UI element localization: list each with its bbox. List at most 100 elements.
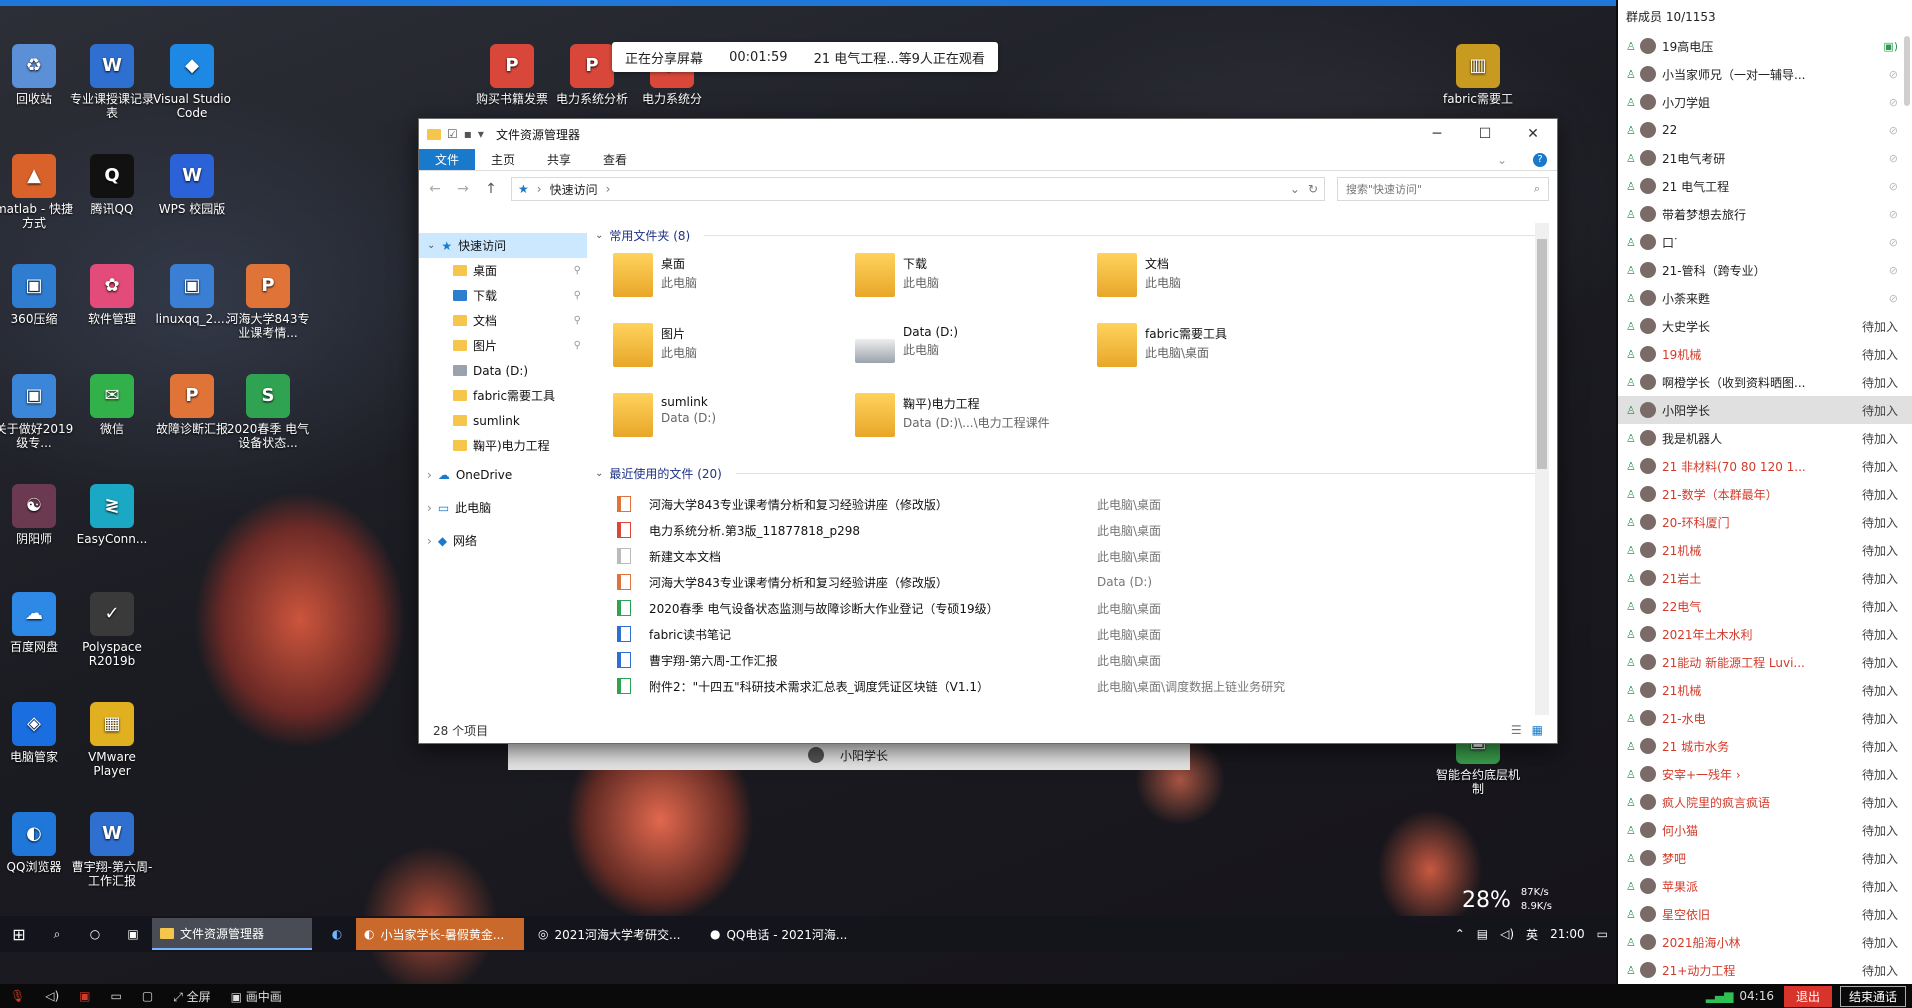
pip-button[interactable]: ▣ 画中画 [221,988,292,1005]
desktop-icon[interactable]: W 曹宇翔-第六周-工作汇报 [70,812,154,888]
tiles-view-icon[interactable]: ▦ [1532,723,1543,737]
frequent-folder-tile[interactable]: 鞠平)电力工程 Data (D:)\...\电力工程课件 [855,393,1097,447]
search-icon[interactable]: ⌕ [38,916,76,952]
recent-file-row[interactable]: 附件2："十四五"科研技术需求汇总表_调度凭证区块链（V1.1） 此电脑\桌面\调… [589,673,1539,699]
nav-quick-item[interactable]: sumlink [419,408,587,433]
frequent-folder-tile[interactable]: sumlink Data (D:) [613,393,855,447]
desktop-icon[interactable]: ◐ QQ浏览器 [0,812,76,874]
recent-file-row[interactable]: fabric读书笔记 此电脑\桌面 [589,621,1539,647]
network-icon[interactable]: ▤ [1477,927,1488,941]
search-input[interactable]: 搜索"快速访问" [1346,181,1422,197]
nav-quick-item[interactable]: 桌面 ⚲ [419,258,587,283]
tab-file[interactable]: 文件 [419,149,476,170]
member-row[interactable]: ♙ 2021年土木水利 待加入 [1618,620,1912,648]
desktop-icon[interactable]: W 专业课授课记录表 [70,44,154,120]
member-row[interactable]: ♙ 小刀学姐 ⊘ [1618,88,1912,116]
member-row[interactable]: ♙ 21 城市水务 待加入 [1618,732,1912,760]
recent-file-row[interactable]: 2020春季 电气设备状态监测与故障诊断大作业登记（专硕19级） 此电脑\桌面 [589,595,1539,621]
member-row[interactable]: ♙ 21机械 待加入 [1618,676,1912,704]
chevron-right-icon[interactable]: › [427,534,432,548]
recent-file-row[interactable]: 电力系统分析.第3版_11877818_p298 此电脑\桌面 [589,517,1539,543]
desktop-icon[interactable]: ✉ 微信 [70,374,154,436]
ribbon-expand-icon[interactable]: ⌄ [1481,149,1523,170]
desktop-icon[interactable]: ☁ 百度网盘 [0,592,76,654]
frequent-folders-header[interactable]: ⌄ 常用文件夹 (8) [589,223,1539,247]
desktop-icon[interactable]: ▣ linuxqq_2.... [150,264,234,326]
desktop-icon[interactable]: ◆ Visual Studio Code [150,44,234,120]
chevron-down-icon[interactable]: ⌄ [427,240,435,251]
member-row[interactable]: ♙ 口ᐝ ⊘ [1618,228,1912,256]
desktop-icon[interactable]: ▥ fabric需要工 [1436,44,1520,106]
member-row[interactable]: ♙ 我是机器人 待加入 [1618,424,1912,452]
member-row[interactable]: ♙ 22 ⊘ [1618,116,1912,144]
member-row[interactable]: ♙ 大史学长 待加入 [1618,312,1912,340]
desktop-icon[interactable]: P 购买书籍发票 [470,44,554,106]
recent-file-row[interactable]: 新建文本文档 此电脑\桌面 [589,543,1539,569]
tab-view[interactable]: 查看 [587,149,643,170]
member-row[interactable]: ♙ 小当家师兄（一对一辅导... ⊘ [1618,60,1912,88]
minimize-button[interactable]: ─ [1413,119,1461,149]
nav-quick-item[interactable]: 鞠平)电力工程 [419,433,587,458]
share-screen-icon[interactable]: ▭ [101,989,132,1003]
taskbar-item-browser[interactable]: ◐ 小当家学长-暑假黄金... [356,918,524,950]
member-row[interactable]: ♙ 何小猫 待加入 [1618,816,1912,844]
chevron-down-icon[interactable]: ⌄ [595,468,603,479]
nav-quick-item[interactable]: 下载 ⚲ [419,283,587,308]
member-row[interactable]: ♙ 2021船海小林 待加入 [1618,928,1912,956]
member-row[interactable]: ♙ 疯人院里的疯言疯语 待加入 [1618,788,1912,816]
member-row[interactable]: ♙ 21机械 待加入 [1618,536,1912,564]
member-row[interactable]: ♙ 21能动 新能源工程 Luvi... 待加入 [1618,648,1912,676]
chevron-right-icon[interactable]: › [427,468,432,482]
desktop-icon[interactable]: P 河海大学843专业课考情... [226,264,310,340]
refresh-icon[interactable]: ↻ [1308,182,1318,196]
taskbar-item-chat[interactable]: ◎ 2021河海大学考研交... [530,918,696,950]
desktop-icon[interactable]: ▣ 关于做好2019级专... [0,374,76,450]
pin-icon[interactable]: ⚲ [574,340,581,351]
recent-file-row[interactable]: 河海大学843专业课考情分析和复习经验讲座（修改版） 此电脑\桌面 [589,491,1539,517]
nav-onedrive[interactable]: › ☁ OneDrive [419,462,587,487]
clock[interactable]: 21:00 [1550,927,1585,941]
member-row[interactable]: ♙ 20-环科厦门 待加入 [1618,508,1912,536]
vertical-scrollbar[interactable] [1535,223,1549,715]
nav-quick-item[interactable]: 图片 ⚲ [419,333,587,358]
desktop-icon[interactable]: ✿ 软件管理 [70,264,154,326]
mic-muted-icon[interactable]: 🎙 [0,989,35,1003]
member-row[interactable]: ♙ 带着梦想去旅行 ⊘ [1618,200,1912,228]
member-row[interactable]: ♙ 啊橙学长（收到资料晒图... 待加入 [1618,368,1912,396]
recent-file-row[interactable]: 曹宇翔-第六周-工作汇报 此电脑\桌面 [589,647,1539,673]
title-bar[interactable]: ☑ ▪ ▾ 文件资源管理器 ─ ☐ ✕ [419,119,1557,149]
help-icon[interactable]: ? [1523,149,1557,170]
address-dropdown-icon[interactable]: ⌄ [1290,182,1300,196]
desktop-icon[interactable]: ✓ Polyspace R2019b [70,592,154,668]
close-button[interactable]: ✕ [1509,119,1557,149]
member-row[interactable]: ♙ 21 电气工程 ⊘ [1618,172,1912,200]
recent-file-row[interactable]: 河海大学843专业课考情分析和复习经验讲座（修改版） Data (D:) [589,569,1539,595]
new-folder-icon[interactable]: ▪ [464,127,472,141]
nav-quick-item[interactable]: fabric需要工具 [419,383,587,408]
chevron-right-icon[interactable]: › [606,182,611,196]
member-row[interactable]: ♙ 21-管科（跨专业） ⊘ [1618,256,1912,284]
member-row[interactable]: ♙ 梦吧 待加入 [1618,844,1912,872]
chevron-right-icon[interactable]: › [427,501,432,515]
member-row[interactable]: ♙ 21岩土 待加入 [1618,564,1912,592]
member-row[interactable]: ♙ 19高电压 ▣) [1618,32,1912,60]
desktop-icon[interactable]: ▦ VMware Player [70,702,154,778]
cortana-icon[interactable]: ○ [76,916,114,952]
nav-quick-item[interactable]: Data (D:) [419,358,587,383]
desktop-icon[interactable]: P 故障诊断汇报 [150,374,234,436]
tab-home[interactable]: 主页 [475,149,531,170]
properties-icon[interactable]: ☑ [447,127,458,141]
scrollbar-thumb[interactable] [1537,239,1547,469]
frequent-folder-tile[interactable]: Data (D:) 此电脑 [855,323,1097,377]
notification-icon[interactable]: ▭ [1597,927,1608,941]
task-view-icon[interactable]: ▣ [114,916,152,952]
exit-button[interactable]: 退出 [1783,985,1832,1007]
desktop-icon[interactable]: Q 腾讯QQ [70,154,154,216]
nav-this-pc[interactable]: › ▭ 此电脑 [419,495,587,520]
pin-icon[interactable]: ⚲ [574,315,581,326]
desktop-icon[interactable]: W WPS 校园版 [150,154,234,216]
chevron-up-icon[interactable]: ⌃ [1455,927,1465,941]
recent-files-header[interactable]: ⌄ 最近使用的文件 (20) [589,461,1539,485]
member-row[interactable]: ♙ 星空依旧 待加入 [1618,900,1912,928]
member-row[interactable]: ♙ 21+动力工程 待加入 [1618,956,1912,984]
